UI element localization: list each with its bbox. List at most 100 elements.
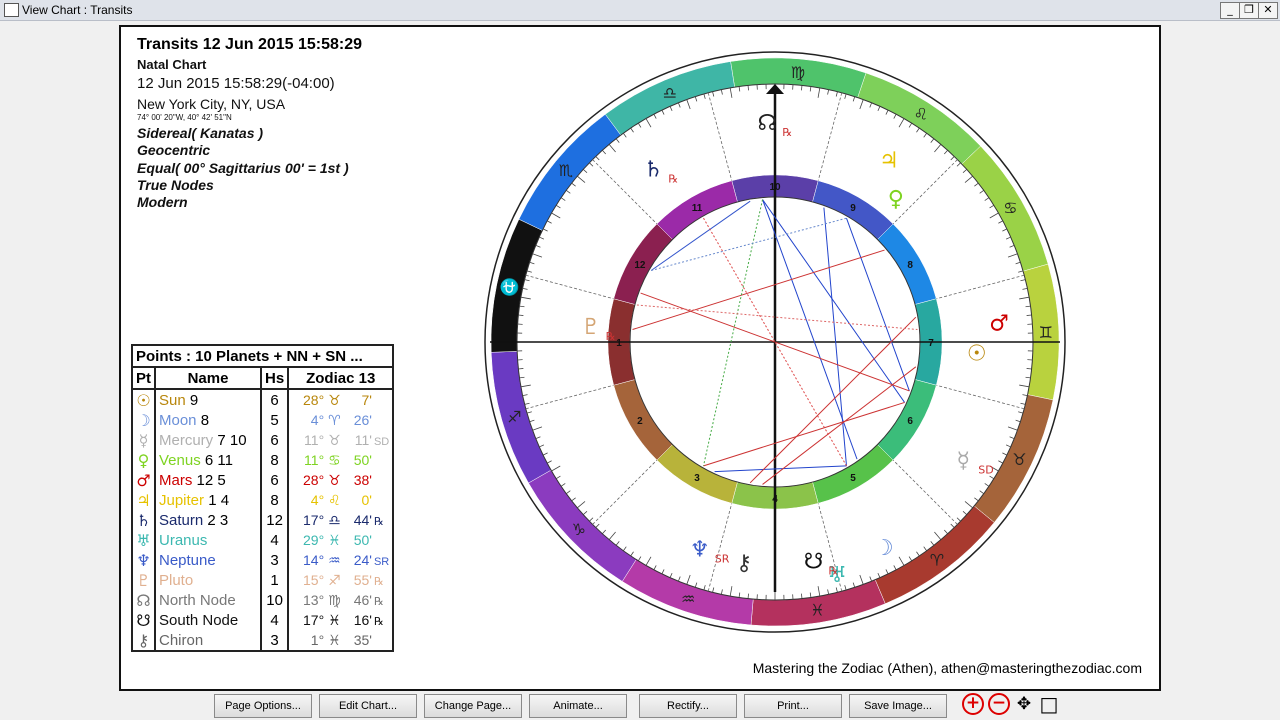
planet-name-cell: Mercury 7 10 <box>154 430 262 450</box>
planet-glyph-icon: ♃ <box>131 490 156 510</box>
planet-glyph-icon: ♅ <box>131 530 156 550</box>
zodiac-degree: 28° <box>303 471 325 488</box>
zodiac-minute: 26' <box>353 411 372 428</box>
retrograde-flag: ℞ <box>668 172 678 185</box>
zoom-out-icon[interactable]: − <box>988 693 1010 715</box>
house-number: 7 <box>928 338 934 349</box>
planet-glyph-icon: ♆ <box>131 550 156 570</box>
degree-tick <box>801 593 803 599</box>
zodiac-sign-icon: ♉ <box>328 472 341 489</box>
rectify-button[interactable]: Rectify... <box>639 694 737 718</box>
zodiac-sign-icon: ♓ <box>328 532 341 549</box>
animate-button[interactable]: Animate... <box>529 694 627 718</box>
planet-glyph-icon: ♇ <box>131 570 156 590</box>
close-button[interactable]: ✕ <box>1258 2 1278 19</box>
points-table: Points : 10 Planets + NN + SN ... Pt Nam… <box>130 344 395 652</box>
zodiac-degree: 17° <box>303 511 325 528</box>
planet-name-cell: Moon 8 <box>154 410 262 430</box>
retrograde-flag: SR <box>715 553 730 566</box>
table-row: ♀ Venus 6 11 8 11° ♋ 50' <box>131 450 395 470</box>
planet-name-cell: Jupiter 1 4 <box>154 490 262 510</box>
outer-planet-icon: ☽ <box>874 536 894 561</box>
option-perspective: Geocentric <box>137 142 211 158</box>
house-cell: 4 <box>259 530 290 550</box>
planet-name: Saturn <box>159 511 204 529</box>
table-row: ☊ North Node 10 13° ♍ 46' ℞ <box>131 590 395 610</box>
chart-wheel: ♍♌♋♊♉♈♓♒♑♐⛎♏♎109876543211211☊℞♃♀♄℞♂☉♇℞☿S… <box>484 51 1066 633</box>
save-image-button[interactable]: Save Image... <box>849 694 947 718</box>
zodiac-sign-icon: ♓ <box>810 601 824 620</box>
page-options-button[interactable]: Page Options... <box>214 694 312 718</box>
outer-planet-icon: ♂ <box>989 311 1009 336</box>
outer-planet-icon: ☊ <box>758 111 778 136</box>
planet-name-cell: Neptune <box>154 550 262 570</box>
zodiac-sign-icon: ♌ <box>328 492 341 509</box>
zodiac-sign-icon: ♍ <box>791 63 805 82</box>
edit-chart-button[interactable]: Edit Chart... <box>319 694 417 718</box>
planet-rules: 1 4 <box>204 491 230 509</box>
option-rulers: Modern <box>137 194 188 210</box>
house-number: 9 <box>850 203 856 214</box>
house-number: 5 <box>850 473 856 484</box>
zodiac-sign-icon: ♑ <box>572 520 586 539</box>
zodiac-degree: 4° <box>310 491 325 508</box>
outer-planet-icon: ♃ <box>879 149 899 174</box>
degree-tick <box>518 368 524 370</box>
motion-flag: ℞ <box>373 575 384 588</box>
house-cell: 3 <box>259 550 290 570</box>
planet-rules: 7 10 <box>213 431 247 449</box>
outer-planet-icon: ⚷ <box>736 551 752 576</box>
zodiac-cell: 15° ♐ 55' ℞ <box>287 570 395 590</box>
retrograde-flag: SD <box>978 464 993 477</box>
zodiac-minute: 7' <box>361 391 372 408</box>
minimize-button[interactable]: _ <box>1220 2 1240 19</box>
zoom-in-icon[interactable]: + <box>962 693 984 715</box>
planet-name: North Node <box>159 591 236 609</box>
zodiac-degree: 1° <box>310 631 325 648</box>
zodiac-sign-icon: ♓ <box>328 612 341 629</box>
zodiac-minute: 16' <box>353 611 372 628</box>
planet-rules: 6 11 <box>200 451 233 469</box>
planet-name: Venus <box>159 451 201 469</box>
zodiac-sign-icon: ♌ <box>914 105 928 124</box>
degree-tick <box>1026 314 1032 316</box>
option-nodes: True Nodes <box>137 177 214 193</box>
planet-glyph-icon: ☉ <box>131 389 156 410</box>
planet-name-cell: Pluto <box>154 570 262 590</box>
planet-name: South Node <box>159 611 239 629</box>
motion-flag: SD <box>373 435 390 448</box>
zodiac-degree: 29° <box>303 531 325 548</box>
chart-datetime: 12 Jun 2015 15:58:29(-04:00) <box>137 75 335 92</box>
zodiac-minute: 55' <box>353 571 372 588</box>
zodiac-cell: 1° ♓ 35' <box>287 630 395 652</box>
house-cell: 8 <box>259 450 290 470</box>
chart-subtitle: Natal Chart <box>137 57 207 72</box>
house-number: 1 <box>616 338 622 349</box>
degree-tick <box>518 314 524 316</box>
zodiac-sign-icon: ♈ <box>328 412 341 429</box>
zodiac-degree: 11° <box>304 451 325 468</box>
planet-rules: 12 5 <box>192 471 226 489</box>
house-number: 8 <box>907 260 913 271</box>
outer-planet-icon: ♆ <box>690 538 710 563</box>
planet-name: Uranus <box>159 531 208 549</box>
fit-icon[interactable]: □ <box>1038 693 1060 715</box>
col-hs: Hs <box>259 366 290 390</box>
zodiac-sign-icon: ♋ <box>328 452 341 469</box>
outer-planet-icon: ☋ <box>804 550 824 575</box>
col-pt: Pt <box>131 366 156 390</box>
print-button[interactable]: Print... <box>744 694 842 718</box>
planet-name-cell: Venus 6 11 <box>154 450 262 470</box>
restore-button[interactable]: ❐ <box>1239 2 1259 19</box>
pan-icon[interactable]: ✥ <box>1013 693 1035 715</box>
zodiac-sign-icon: ♉ <box>1012 450 1026 469</box>
zodiac-sign-icon: ♎ <box>328 512 341 529</box>
house-cell: 1 <box>259 570 290 590</box>
outer-planet-icon: ♇ <box>581 315 601 340</box>
table-row: ☋ South Node 4 17° ♓ 16' ℞ <box>131 610 395 630</box>
zodiac-minute: 46' <box>353 591 372 608</box>
zodiac-sign-icon: ♋ <box>1003 198 1017 217</box>
change-page-button[interactable]: Change Page... <box>424 694 522 718</box>
zodiac-cell: 11° ♋ 50' <box>287 450 395 470</box>
house-cell: 3 <box>259 630 290 652</box>
